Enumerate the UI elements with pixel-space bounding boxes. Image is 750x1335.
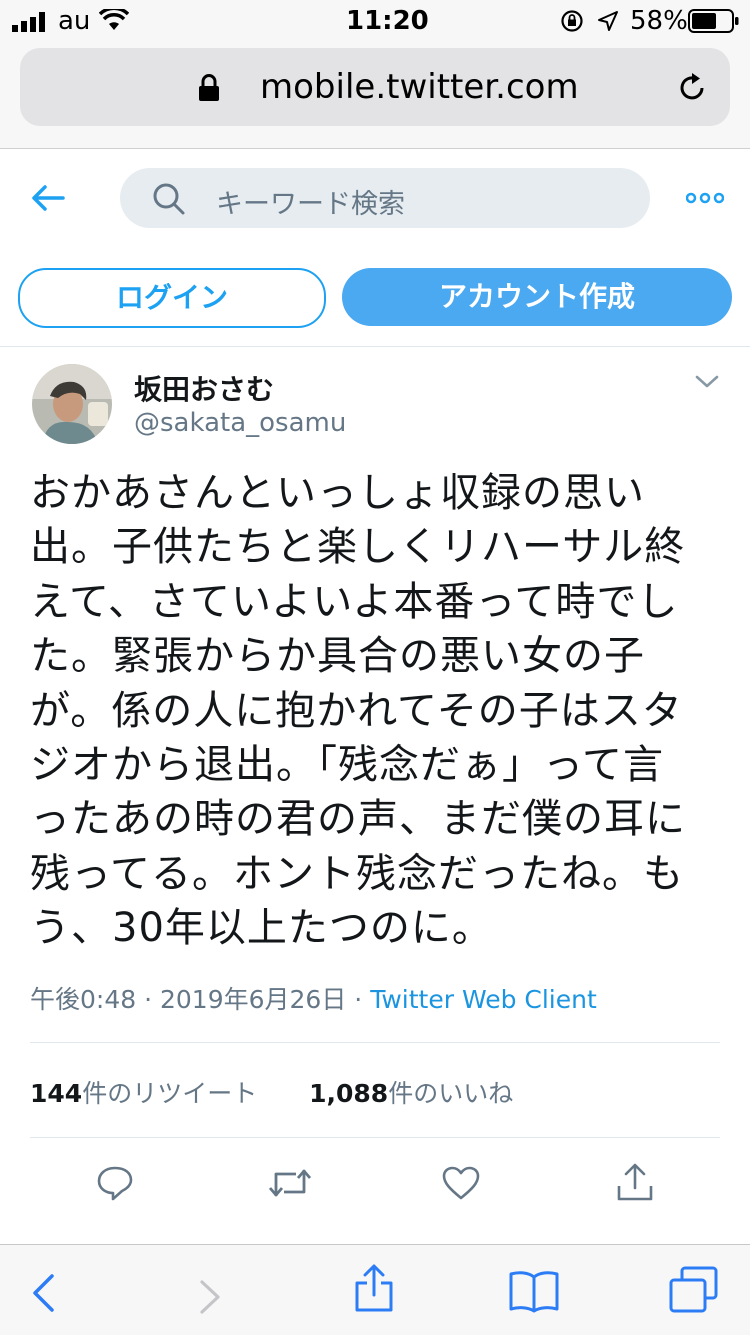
tweet-stats: 144件のリツイート 1,088件のいいね [30, 1074, 513, 1110]
reload-icon[interactable] [678, 72, 708, 104]
signal-bars-icon [12, 12, 45, 32]
url-text[interactable]: mobile.twitter.com [260, 67, 579, 107]
tweet-line: が。係の人に抱かれてその子はスタ [30, 687, 683, 734]
tweet-line: た。緊張からか具合の悪い女の子 [30, 633, 645, 680]
tweet-line: 出。子供たちと楽しくリハーサル終 [30, 524, 686, 571]
tweet-date: 2019年6月26日 [160, 985, 347, 1014]
tweet-line: 残ってる。ホント残念だったね。も [30, 850, 684, 897]
like-stat[interactable]: 1,088件のいいね [309, 1079, 513, 1108]
browser-toolbar [0, 1244, 750, 1335]
tweet-client-link[interactable]: Twitter Web Client [370, 985, 597, 1014]
heart-icon[interactable] [442, 1166, 480, 1200]
search-placeholder: キーワード検索 [216, 189, 405, 220]
battery-percent: 58% [630, 6, 688, 36]
signup-button[interactable]: アカウント作成 [342, 268, 732, 326]
battery-icon [688, 9, 739, 33]
address-bar[interactable]: mobile.twitter.com [20, 48, 730, 126]
author-handle[interactable]: @sakata_osamu [134, 408, 346, 438]
share-icon[interactable] [616, 1162, 654, 1202]
avatar[interactable] [32, 364, 112, 444]
tweet-actions [0, 1160, 750, 1210]
like-label: 件のいいね [388, 1079, 514, 1108]
back-arrow-icon[interactable] [30, 184, 66, 212]
chevron-right-icon[interactable] [198, 1279, 222, 1315]
book-icon[interactable] [508, 1269, 560, 1313]
tweet-time: 午後0:48 [30, 985, 137, 1014]
lock-icon [199, 74, 219, 101]
carrier-name: au [58, 6, 91, 36]
location-arrow-icon [598, 11, 618, 31]
retweet-icon[interactable] [268, 1166, 312, 1200]
divider [0, 346, 750, 347]
tweet-text: おかあさんといっしょ収録の思い 出。子供たちと楽しくリハーサル終 えて、さていよ… [30, 466, 720, 956]
like-count: 1,088 [309, 1079, 389, 1108]
meta-separator: · [144, 985, 153, 1014]
browser-chrome: mobile.twitter.com [0, 40, 750, 149]
tweet-line: う、30年以上たつのに。 [30, 905, 493, 952]
retweet-label: 件のリツイート [82, 1079, 258, 1108]
author-name[interactable]: 坂田おさむ [134, 368, 274, 408]
status-bar: au 11:20 58% [0, 0, 750, 40]
tweet-line: ジオから退出。「残念だぁ」って言 [30, 742, 664, 789]
meta-separator: · [354, 985, 363, 1014]
clock: 11:20 [346, 6, 429, 36]
rotation-lock-icon [561, 10, 583, 32]
retweet-stat[interactable]: 144件のリツイート [30, 1079, 257, 1108]
tweet-line: おかあさんといっしょ収録の思い [30, 470, 645, 516]
search-input[interactable]: キーワード検索 [120, 168, 650, 228]
divider [30, 1042, 720, 1043]
wifi-icon [99, 9, 129, 30]
search-icon [153, 183, 185, 215]
chevron-left-icon[interactable] [30, 1273, 56, 1313]
reply-icon[interactable] [96, 1164, 134, 1202]
retweet-count: 144 [30, 1079, 83, 1108]
divider [30, 1137, 720, 1138]
tweet-line: ったあの時の君の声、まだ僕の耳に [30, 796, 686, 843]
more-dots-icon[interactable] [686, 192, 724, 204]
login-button[interactable]: ログイン [18, 268, 326, 328]
tabs-icon[interactable] [668, 1265, 720, 1315]
share-icon[interactable] [354, 1263, 394, 1313]
tweet-meta: 午後0:48 · 2019年6月26日 · Twitter Web Client [30, 980, 597, 1016]
chevron-down-icon[interactable] [694, 374, 720, 390]
avatar-photo [32, 364, 112, 444]
tweet-line: えて、さていよいよ本番って時でし [30, 578, 679, 625]
